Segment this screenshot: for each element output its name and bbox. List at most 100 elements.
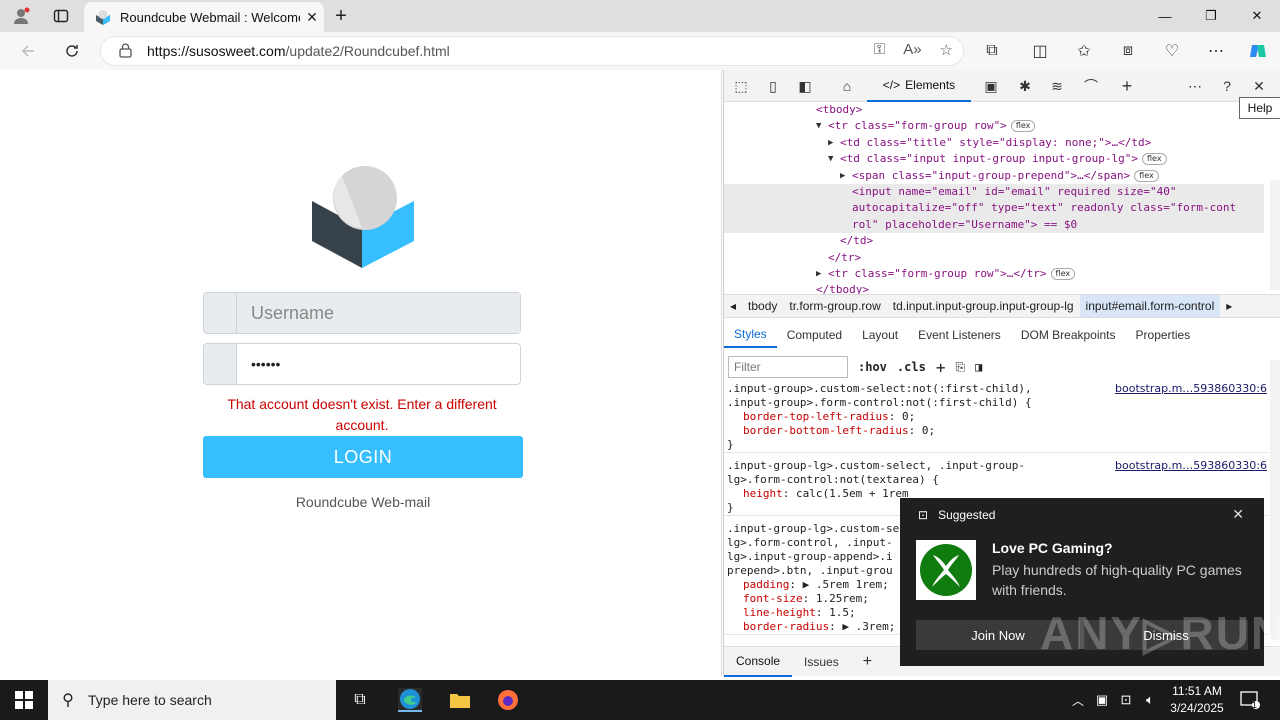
address-bar[interactable]: https://susosweet.com/update2/Roundcubef… [100,36,964,66]
dom-node-line[interactable]: ▶ <td class="title" style="display: none;… [724,135,1264,151]
dom-node-line[interactable]: </tr> [724,250,1264,266]
extensions-icon[interactable]: ⧉ [980,40,1004,62]
toast-close-icon[interactable]: ✕ [1232,506,1244,523]
network-icon[interactable]: ⊡ [1114,688,1138,712]
volume-icon[interactable]: 🔈︎ [1138,688,1162,712]
more-tools-plus-icon[interactable]: + [1116,76,1138,96]
windows-start-icon[interactable] [12,688,36,712]
split-screen-icon[interactable]: ◫ [1028,40,1052,62]
tab-actions-icon[interactable] [50,6,72,26]
new-rule-icon[interactable]: + [936,358,946,377]
username-field[interactable]: Username [203,292,521,334]
close-devtools-icon[interactable]: ✕ [1248,76,1270,96]
flex-badge[interactable]: flex [1134,169,1159,182]
copilot-icon[interactable] [1246,40,1270,62]
tab-close-icon[interactable]: ✕ [300,9,324,26]
flex-badge[interactable]: flex [1142,153,1167,166]
firefox-icon[interactable] [496,688,520,712]
styles-subtab[interactable]: Styles [724,322,777,348]
dom-node-line[interactable]: </td> [724,233,1264,249]
dom-node-line[interactable]: ▼ <td class="input input-group input-grou… [724,151,1264,167]
flex-badge[interactable]: flex [1050,267,1076,280]
breadcrumb-item[interactable]: td.input.input-group.input-group-lg [887,299,1080,313]
tab-elements[interactable]: </> Elements [867,70,971,102]
styles-subtab[interactable]: Computed [777,322,852,348]
expand-arrow-icon[interactable]: ▶ [840,168,845,184]
styles-subtab[interactable]: Event Listeners [908,322,1011,348]
breadcrumb-item[interactable]: tr.form-group.row [783,299,886,313]
breadcrumb-right-icon[interactable]: ▸ [1220,299,1238,313]
new-tab-button[interactable]: + [330,5,352,27]
back-icon[interactable] [16,40,40,62]
taskbar-search[interactable]: ⚲ Type here to search [48,680,336,720]
breadcrumb-item[interactable]: input#email.form-control [1079,295,1221,317]
welcome-home-icon[interactable]: ⌂ [836,76,858,96]
drawer-add-icon[interactable]: + [851,647,884,677]
performance-icon[interactable]: ♡ [1160,40,1184,62]
dom-node-line[interactable]: ▶ <tr class="form-group row">…</tr> flex [724,266,1264,282]
favorites-icon[interactable]: ✩ [1072,40,1096,62]
dom-node-line[interactable]: rol" placeholder="Username"> == $0 [724,216,1264,234]
expand-arrow-icon[interactable]: ▶ [828,135,833,151]
paint-icon[interactable]: ⎘ [955,360,965,375]
console-tab-icon[interactable]: ▣ [980,76,1002,96]
drawer-tab[interactable]: Issues [792,647,851,677]
css-rule-source-link[interactable]: bootstrap.m…593860330:6 [1115,382,1267,396]
maximize-button[interactable]: ❐ [1188,0,1234,32]
breadcrumb-item[interactable]: tbody [742,299,783,313]
expand-arrow-icon[interactable]: ▶ [816,266,821,282]
expand-arrow-icon[interactable]: ▼ [828,151,833,167]
styles-subtab[interactable]: Properties [1126,322,1201,348]
browser-tab-active[interactable]: Roundcube Webmail : Welcome ✕ [84,2,324,32]
tray-device-icon[interactable]: ▣ [1090,688,1114,712]
dom-scrollbar[interactable] [1270,180,1280,290]
username-input[interactable]: Username [237,293,520,333]
dom-node-line[interactable]: ▼ <tr class="form-group row"> flex [724,118,1264,134]
key-icon[interactable]: ⚿ [874,41,885,59]
lock-icon[interactable] [119,43,133,59]
drawer-tab[interactable]: Console [724,647,793,677]
styles-subtab[interactable]: DOM Breakpoints [1011,322,1126,348]
network-wifi-icon[interactable]: ≋ [1046,76,1068,96]
read-aloud-icon[interactable]: A» [903,41,921,59]
cls-button[interactable]: .cls [897,360,926,374]
more-icon[interactable]: ⋯ [1204,40,1228,62]
hov-button[interactable]: :hov [858,360,887,374]
filter-input[interactable]: Filter [728,356,848,378]
dom-node-line[interactable]: <input name="email" id="email" required … [724,183,1264,201]
file-explorer-icon[interactable] [448,688,472,712]
device-emulation-icon[interactable]: ▯ [762,76,784,96]
breadcrumb-left-icon[interactable]: ◂ [724,299,742,313]
refresh-icon[interactable] [60,40,84,62]
help-icon[interactable]: ? [1216,76,1238,96]
performance-tab-icon[interactable]: ⌒ [1080,76,1102,96]
password-input[interactable]: •••••• [237,344,520,384]
clock[interactable]: 11:51 AM 3/24/2025 [1168,683,1226,717]
url-text[interactable]: https://susosweet.com/update2/Roundcubef… [147,43,450,59]
css-declaration[interactable]: border-bottom-left-radius: 0; [727,424,1266,438]
dom-node-line[interactable]: <tbody> [724,102,1264,118]
expand-arrow-icon[interactable]: ▼ [816,118,821,134]
task-view-icon[interactable]: ⧉ [348,688,372,712]
dock-icon[interactable]: ◧ [794,76,816,96]
devtools-more-icon[interactable]: ⋯ [1184,76,1206,96]
flex-badge[interactable]: flex [1010,120,1036,133]
edge-taskbar-icon[interactable] [398,688,422,712]
dom-node-line[interactable]: autocapitalize="off" type="text" readonl… [724,200,1264,217]
dom-node-line[interactable]: ▶ <span class="input-group-prepend">…</sp… [724,168,1264,184]
inspect-icon[interactable]: ⬚ [730,76,752,96]
collections-icon[interactable]: ⧈ [1116,40,1140,62]
minimize-button[interactable]: — [1142,0,1188,32]
styles-subtab[interactable]: Layout [852,322,908,348]
css-rule-source-link[interactable]: bootstrap.m…593860330:6 [1115,459,1267,473]
styles-scrollbar[interactable] [1270,360,1280,640]
notifications-icon[interactable]: 1 [1238,688,1262,712]
close-window-button[interactable]: ✕ [1234,0,1280,32]
css-declaration[interactable]: border-top-left-radius: 0; [727,410,1266,424]
password-field[interactable]: •••••• [203,343,521,385]
bug-icon[interactable]: ✱ [1014,76,1036,96]
css-rule[interactable]: bootstrap.m…593860330:6 .input-group>.cus… [724,382,1269,453]
profile-icon[interactable] [10,6,32,26]
tray-chevron-icon[interactable]: ︿ [1066,688,1090,712]
favorite-star-icon[interactable]: ☆ [940,41,953,59]
